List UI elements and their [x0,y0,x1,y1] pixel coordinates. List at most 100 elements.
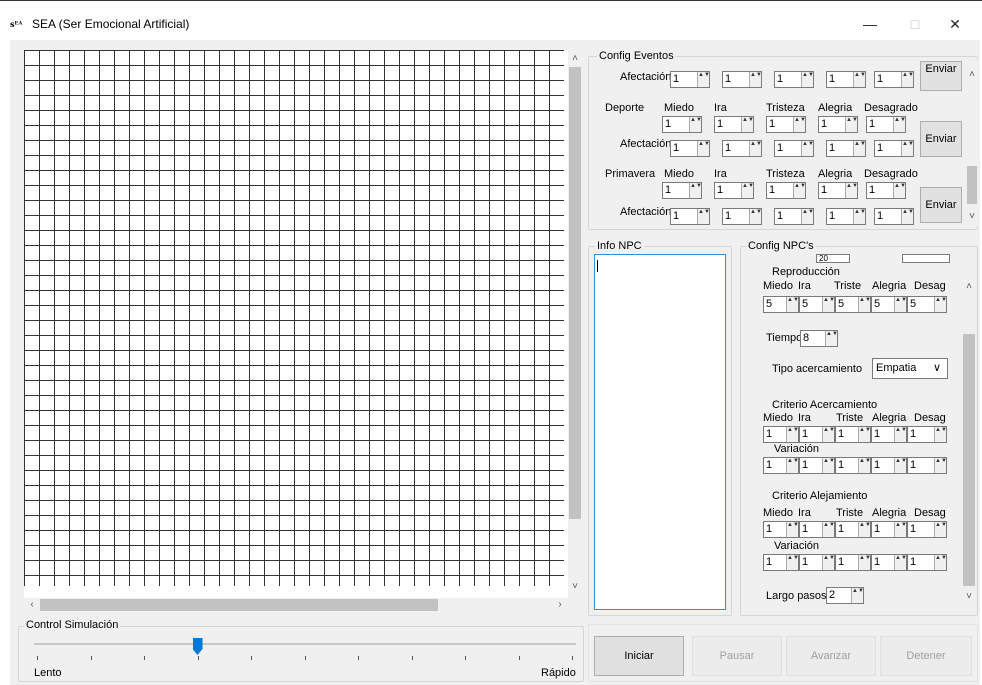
stepper-arrows-icon[interactable]: ▲▼ [901,141,914,156]
stepper-arrows-icon[interactable]: ▲▼ [689,183,702,198]
stepper-arrows-icon[interactable]: ▲▼ [901,72,914,87]
alejamiento-stepper[interactable]: 1 ▲▼ [907,521,947,538]
largo-pasos-stepper[interactable]: 2 ▲▼ [826,587,864,604]
stepper-arrows-icon[interactable]: ▲▼ [934,427,947,442]
stepper-arrows-icon[interactable]: ▲▼ [689,117,702,132]
stepper-arrows-icon[interactable]: ▲▼ [934,297,947,312]
stepper-arrows-icon[interactable]: ▲▼ [901,209,914,224]
stepper-arrows-icon[interactable]: ▲▼ [894,555,907,570]
stepper-arrows-icon[interactable]: ▲▼ [741,183,754,198]
afectacion-stepper[interactable]: 1 ▲▼ [874,140,914,157]
stepper-arrows-icon[interactable]: ▲▼ [934,458,947,473]
variacion-stepper[interactable]: 1 ▲▼ [907,554,947,571]
stepper-arrows-icon[interactable]: ▲▼ [894,297,907,312]
afectacion-stepper[interactable]: 1 ▲▼ [670,208,710,225]
stepper-arrows-icon[interactable]: ▲▼ [801,72,814,87]
scroll-right-icon[interactable]: › [554,598,566,612]
scroll-up-icon[interactable]: ˄ [962,280,976,294]
acercamiento-stepper[interactable]: 1 ▲▼ [835,426,871,443]
afectacion-stepper[interactable]: 1 ▲▼ [826,71,866,88]
stepper-arrows-icon[interactable]: ▲▼ [786,297,799,312]
scroll-up-icon[interactable]: ˄ [966,68,978,82]
emotion-stepper[interactable]: 1 ▲▼ [714,182,754,199]
stepper-arrows-icon[interactable]: ▲▼ [894,522,907,537]
tiempo-stepper[interactable]: 8 ▲▼ [800,330,838,347]
afectacion-stepper[interactable]: 1 ▲▼ [722,71,762,88]
stepper-arrows-icon[interactable]: ▲▼ [822,522,835,537]
stop-button[interactable]: Detener [880,636,972,676]
stepper-arrows-icon[interactable]: ▲▼ [858,555,871,570]
scroll-thumb[interactable] [967,166,977,204]
variacion-stepper[interactable]: 1 ▲▼ [871,554,907,571]
afectacion-stepper[interactable]: 1 ▲▼ [670,71,710,88]
alejamiento-stepper[interactable]: 1 ▲▼ [763,521,799,538]
scroll-left-icon[interactable]: ‹ [26,598,38,612]
scroll-thumb[interactable] [963,334,975,586]
partial-stepper[interactable]: 20 [816,254,850,263]
scroll-up-icon[interactable]: ˄ [568,52,582,66]
maximize-button[interactable]: □ [895,13,935,35]
acercamiento-stepper[interactable]: 1 ▲▼ [871,426,907,443]
stepper-arrows-icon[interactable]: ▲▼ [858,297,871,312]
stepper-arrows-icon[interactable]: ▲▼ [801,209,814,224]
stepper-arrows-icon[interactable]: ▲▼ [749,72,762,87]
stepper-arrows-icon[interactable]: ▲▼ [822,555,835,570]
variacion-stepper[interactable]: 1 ▲▼ [907,457,947,474]
emotion-stepper[interactable]: 1 ▲▼ [818,116,858,133]
scroll-thumb[interactable] [40,599,438,611]
stepper-arrows-icon[interactable]: ▲▼ [894,458,907,473]
variacion-stepper[interactable]: 1 ▲▼ [871,457,907,474]
simulation-grid[interactable] [24,50,564,586]
scroll-down-icon[interactable]: ˅ [966,210,978,224]
variacion-stepper[interactable]: 1 ▲▼ [799,457,835,474]
stepper-arrows-icon[interactable]: ▲▼ [934,555,947,570]
enviar-button[interactable]: Enviar [920,187,962,223]
afectacion-stepper[interactable]: 1 ▲▼ [874,71,914,88]
stepper-arrows-icon[interactable]: ▲▼ [793,117,806,132]
stepper-arrows-icon[interactable]: ▲▼ [749,141,762,156]
stepper-arrows-icon[interactable]: ▲▼ [845,183,858,198]
variacion-stepper[interactable]: 1 ▲▼ [763,457,799,474]
emotion-stepper[interactable]: 1 ▲▼ [766,182,806,199]
variacion-stepper[interactable]: 1 ▲▼ [835,457,871,474]
enviar-button[interactable]: Enviar [920,61,962,91]
speed-slider-track[interactable] [34,643,576,645]
stepper-arrows-icon[interactable]: ▲▼ [893,117,906,132]
stepper-arrows-icon[interactable]: ▲▼ [858,427,871,442]
emotion-stepper[interactable]: 1 ▲▼ [866,182,906,199]
reproduccion-stepper[interactable]: 5 ▲▼ [871,296,907,313]
stepper-arrows-icon[interactable]: ▲▼ [822,427,835,442]
start-button[interactable]: Iniciar [594,636,684,676]
stepper-arrows-icon[interactable]: ▲▼ [786,555,799,570]
stepper-arrows-icon[interactable]: ▲▼ [697,141,710,156]
alejamiento-stepper[interactable]: 1 ▲▼ [799,521,835,538]
reproduccion-stepper[interactable]: 5 ▲▼ [763,296,799,313]
emotion-stepper[interactable]: 1 ▲▼ [662,116,702,133]
minimize-button[interactable]: — [850,13,890,35]
afectacion-stepper[interactable]: 1 ▲▼ [774,140,814,157]
stepper-arrows-icon[interactable]: ▲▼ [894,427,907,442]
stepper-arrows-icon[interactable]: ▲▼ [749,209,762,224]
reproduccion-stepper[interactable]: 5 ▲▼ [907,296,947,313]
scroll-down-icon[interactable]: ˅ [568,580,582,594]
afectacion-stepper[interactable]: 1 ▲▼ [826,140,866,157]
stepper-arrows-icon[interactable]: ▲▼ [825,331,838,346]
afectacion-stepper[interactable]: 1 ▲▼ [670,140,710,157]
info-npc-textbox[interactable] [594,254,726,610]
emotion-stepper[interactable]: 1 ▲▼ [818,182,858,199]
stepper-arrows-icon[interactable]: ▲▼ [697,72,710,87]
emotion-stepper[interactable]: 1 ▲▼ [714,116,754,133]
stepper-arrows-icon[interactable]: ▲▼ [934,522,947,537]
stepper-arrows-icon[interactable]: ▲▼ [893,183,906,198]
stepper-arrows-icon[interactable]: ▲▼ [822,297,835,312]
step-button[interactable]: Avanzar [786,636,876,676]
stepper-arrows-icon[interactable]: ▲▼ [845,117,858,132]
alejamiento-stepper[interactable]: 1 ▲▼ [835,521,871,538]
stepper-arrows-icon[interactable]: ▲▼ [851,588,864,603]
reproduccion-stepper[interactable]: 5 ▲▼ [799,296,835,313]
afectacion-stepper[interactable]: 1 ▲▼ [874,208,914,225]
acercamiento-stepper[interactable]: 1 ▲▼ [763,426,799,443]
afectacion-stepper[interactable]: 1 ▲▼ [774,208,814,225]
npcs-scrollbar[interactable]: ˄ ˅ [962,254,976,612]
enviar-button[interactable]: Enviar [920,121,962,157]
